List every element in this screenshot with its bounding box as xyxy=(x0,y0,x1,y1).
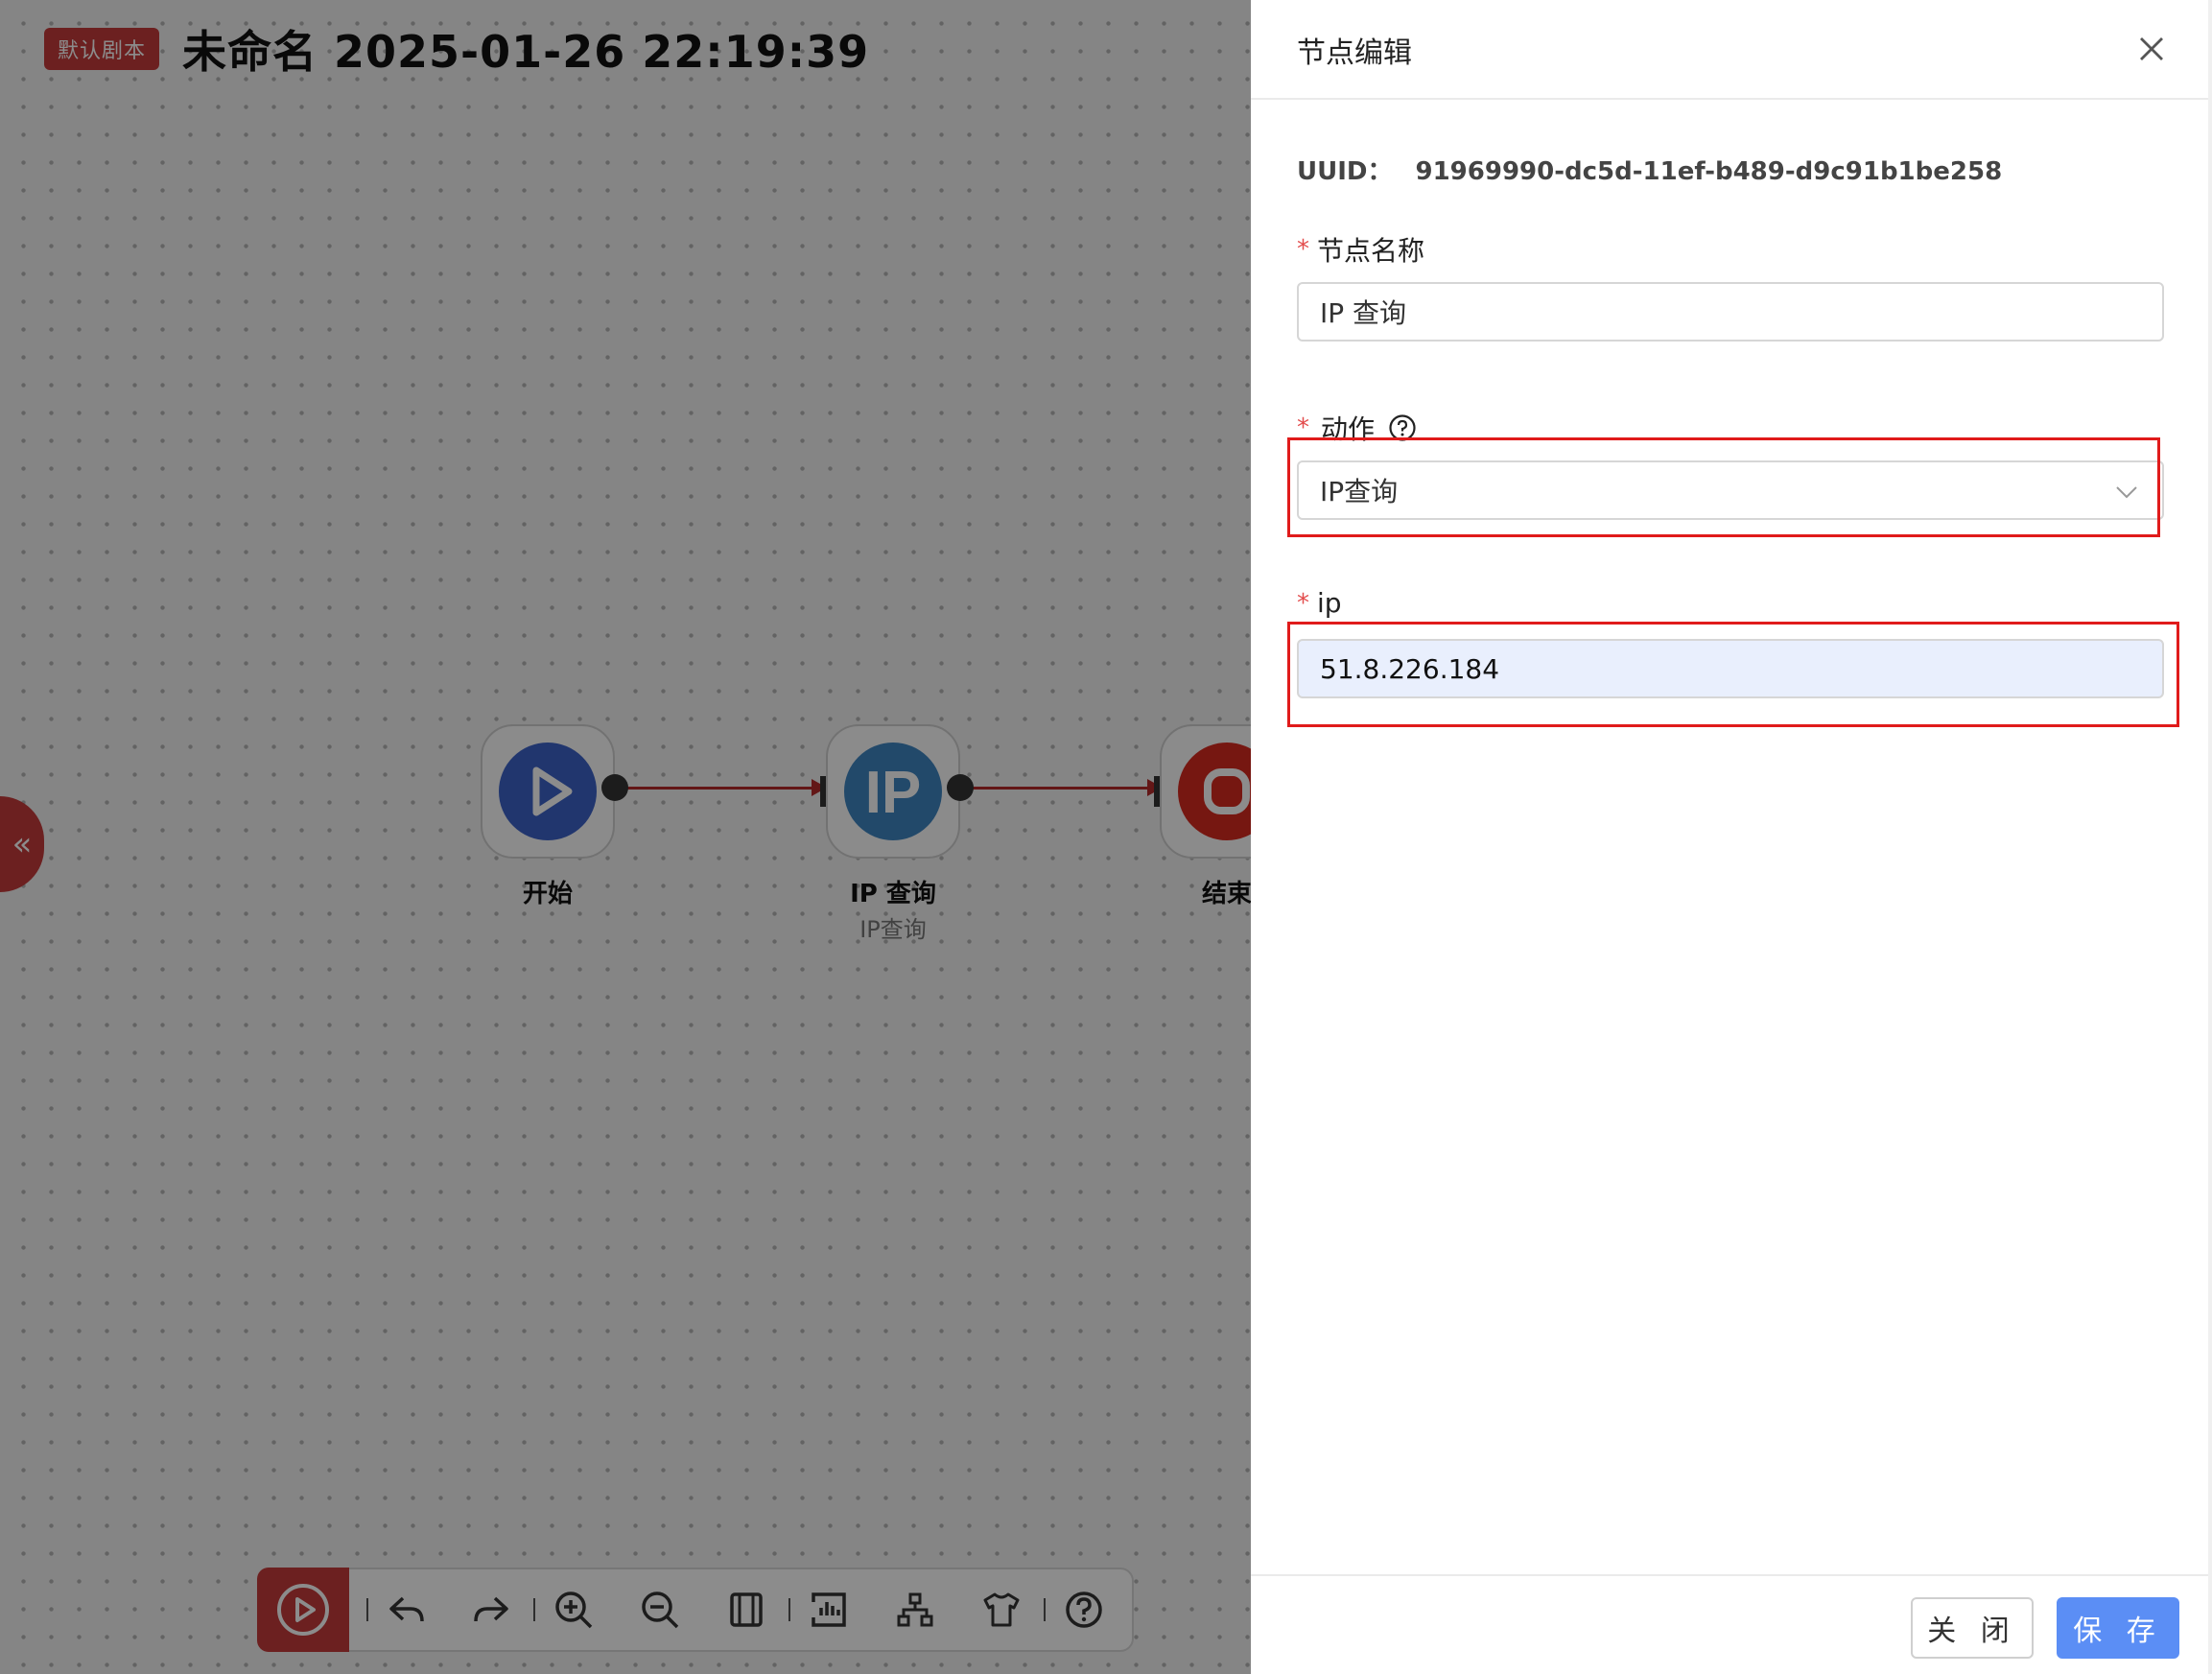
required-mark: * xyxy=(1297,588,1309,618)
scrollbar-track[interactable] xyxy=(2208,0,2212,1674)
save-button[interactable]: 保 存 xyxy=(2057,1597,2179,1659)
drawer-title: 节点编辑 xyxy=(1297,36,1412,70)
node-name-label-text: 节点名称 xyxy=(1317,235,1425,267)
close-button[interactable]: 关 闭 xyxy=(1911,1597,2034,1659)
highlight-box-ip xyxy=(1287,622,2179,727)
drawer-overlay-mask[interactable] xyxy=(0,0,1251,1674)
drawer-close-button[interactable] xyxy=(2135,33,2168,65)
highlight-box-action xyxy=(1287,437,2160,537)
ip-label: * ip xyxy=(1297,587,1342,619)
drawer-header: 节点编辑 xyxy=(1251,0,2208,100)
ip-label-text: ip xyxy=(1317,587,1342,619)
node-name-input[interactable]: IP 查询 xyxy=(1297,282,2164,342)
required-mark: * xyxy=(1297,235,1309,264)
uuid-value: 91969990-dc5d-11ef-b489-d9c91b1be258 xyxy=(1415,157,2003,186)
drawer-footer: 关 闭 保 存 xyxy=(1251,1574,2208,1674)
uuid-label: UUID： xyxy=(1297,157,1393,186)
node-name-label: * 节点名称 xyxy=(1297,230,1424,269)
node-edit-drawer: 节点编辑 UUID： 91969990-dc5d-11ef-b489-d9c91b… xyxy=(1251,0,2212,1674)
uuid-row: UUID： 91969990-dc5d-11ef-b489-d9c91b1be25… xyxy=(1297,152,2002,187)
close-icon xyxy=(2140,37,2163,60)
